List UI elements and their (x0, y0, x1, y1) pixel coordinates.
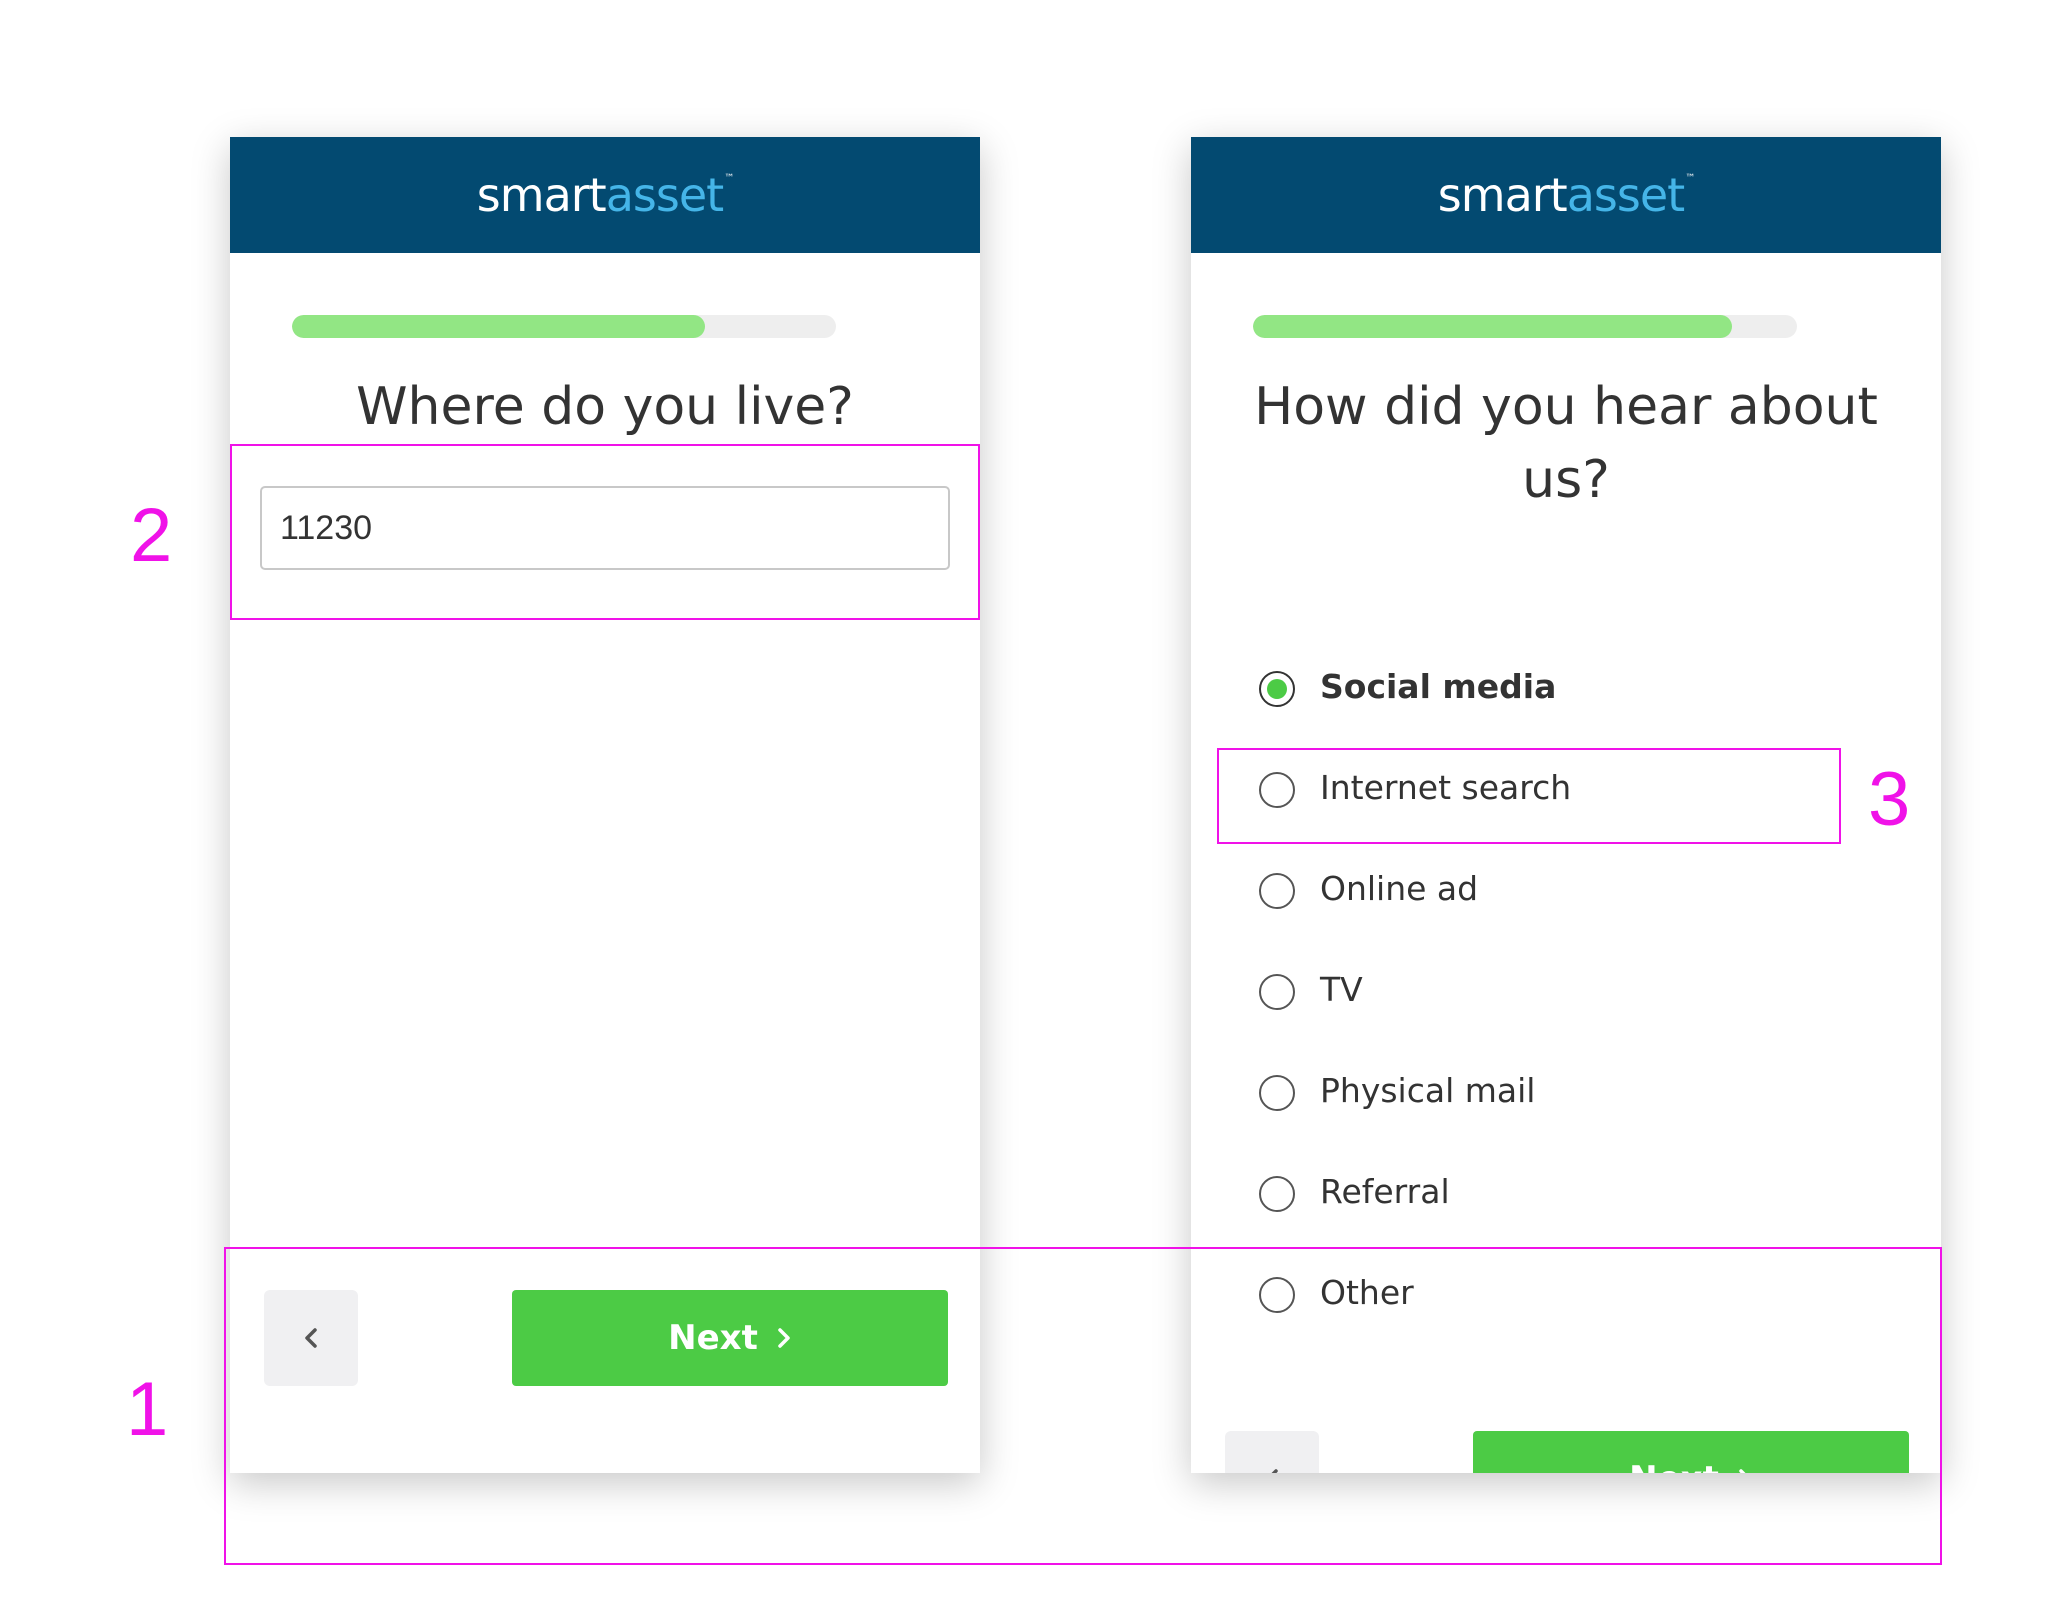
option-physical-mail[interactable]: Physical mail (1259, 1071, 1899, 1174)
option-label: Physical mail (1320, 1071, 1536, 1110)
radio-button-selected[interactable] (1259, 671, 1295, 707)
annotation-box-2 (230, 444, 980, 620)
progress-bar (1253, 315, 1797, 338)
app-header: smartasset™ (1191, 137, 1941, 253)
option-tv[interactable]: TV (1259, 970, 1899, 1073)
radio-button[interactable] (1259, 873, 1295, 909)
annotation-number-2: 2 (130, 493, 173, 578)
question-title: Where do you live? (356, 377, 854, 437)
annotation-box-1 (224, 1247, 1942, 1565)
progress-bar-fill (1253, 315, 1732, 338)
progress-bar-fill (292, 315, 706, 338)
radio-button[interactable] (1259, 1075, 1295, 1111)
annotation-number-3: 3 (1868, 757, 1911, 842)
option-label: Online ad (1320, 869, 1479, 908)
option-online-ad[interactable]: Online ad (1259, 869, 1899, 972)
radio-button[interactable] (1259, 1176, 1295, 1212)
option-label: Social media (1320, 667, 1557, 706)
progress-bar (292, 315, 836, 338)
annotation-number-1: 1 (126, 1367, 169, 1452)
smartasset-logo: smartasset™ (476, 168, 734, 222)
radio-button[interactable] (1259, 974, 1295, 1010)
option-label: TV (1320, 970, 1363, 1009)
app-header: smartasset™ (230, 137, 980, 253)
question-title: How did you hear about us? (1254, 377, 1878, 510)
option-label: Referral (1320, 1172, 1450, 1211)
annotation-box-3 (1217, 748, 1841, 844)
smartasset-logo: smartasset™ (1437, 168, 1695, 222)
